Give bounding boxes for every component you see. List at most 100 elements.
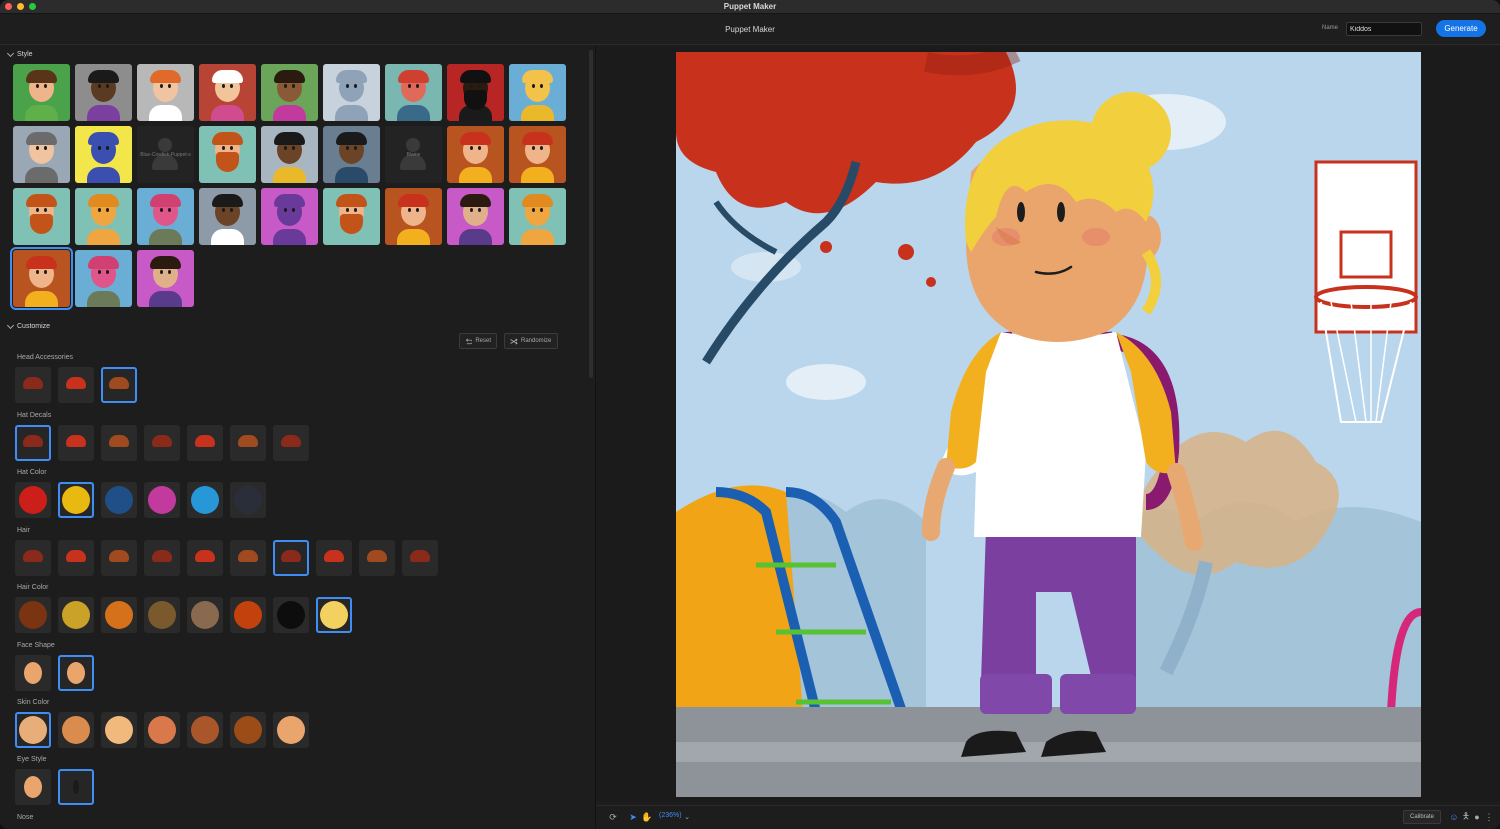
option-tile[interactable] (101, 367, 137, 403)
style-thumbnail[interactable] (199, 188, 256, 245)
zoom-level[interactable]: (236%) (659, 812, 682, 819)
style-thumbnail[interactable] (323, 64, 380, 121)
option-tile[interactable] (101, 425, 137, 461)
option-tile[interactable] (273, 540, 309, 576)
option-tile[interactable] (58, 367, 94, 403)
style-thumbnail[interactable] (137, 64, 194, 121)
color-swatch[interactable] (58, 712, 94, 748)
style-thumbnail[interactable] (323, 188, 380, 245)
color-swatch[interactable] (15, 712, 51, 748)
body-tracking-icon[interactable]: 🯅 (1461, 811, 1471, 822)
style-thumbnail[interactable] (10, 247, 73, 310)
option-tile[interactable] (58, 540, 94, 576)
color-swatch[interactable] (15, 597, 51, 633)
name-input[interactable] (1346, 22, 1422, 36)
character-preview-canvas[interactable] (676, 52, 1421, 797)
more-options-icon[interactable]: ⋮ (1484, 812, 1494, 822)
option-tile[interactable] (15, 367, 51, 403)
color-swatch[interactable] (230, 712, 266, 748)
style-thumbnail[interactable] (75, 64, 132, 121)
option-tile[interactable] (402, 540, 438, 576)
color-swatch[interactable] (273, 597, 309, 633)
option-preview (195, 550, 215, 562)
option-tile[interactable] (58, 769, 94, 805)
hand-tool-icon[interactable]: ✋ (641, 812, 652, 822)
color-swatch[interactable] (187, 482, 223, 518)
color-swatch[interactable] (15, 482, 51, 518)
style-thumbnail[interactable] (261, 64, 318, 121)
color-swatch[interactable] (187, 712, 223, 748)
style-thumbnail[interactable] (13, 64, 70, 121)
color-swatch[interactable] (58, 482, 94, 518)
style-thumbnail[interactable] (509, 64, 566, 121)
style-thumbnail[interactable] (261, 126, 318, 183)
color-swatch[interactable] (230, 597, 266, 633)
style-thumbnail[interactable] (509, 188, 566, 245)
face-tracking-icon[interactable]: ☺ (1449, 812, 1459, 822)
zoom-dropdown-chevron-icon[interactable]: ⌄ (682, 812, 692, 822)
option-tile[interactable] (187, 425, 223, 461)
pointer-tool-icon[interactable]: ➤ (628, 812, 638, 822)
style-thumbnail[interactable] (261, 188, 318, 245)
customize-section-header[interactable]: Customize (6, 321, 50, 330)
randomize-button[interactable]: Randomize (504, 333, 558, 349)
style-thumbnail[interactable] (385, 188, 442, 245)
style-thumbnail[interactable] (137, 250, 194, 307)
style-thumbnail[interactable] (385, 64, 442, 121)
style-thumbnail[interactable] (75, 188, 132, 245)
style-thumbnail[interactable] (447, 188, 504, 245)
style-thumbnail[interactable] (199, 64, 256, 121)
microphone-icon[interactable]: ● (1472, 812, 1482, 822)
option-tile[interactable] (144, 540, 180, 576)
generate-button[interactable]: Generate (1436, 20, 1486, 37)
style-thumbnail[interactable] (323, 126, 380, 183)
left-panel-scrollbar[interactable] (589, 50, 593, 378)
color-dot (19, 601, 47, 629)
color-swatch[interactable] (101, 712, 137, 748)
style-thumbnail[interactable] (447, 64, 504, 121)
style-thumbnail[interactable] (13, 188, 70, 245)
color-swatch[interactable] (101, 482, 137, 518)
style-thumbnail[interactable] (447, 126, 504, 183)
style-thumbnail[interactable] (137, 188, 194, 245)
style-thumbnail[interactable] (13, 126, 70, 183)
option-tile[interactable] (230, 425, 266, 461)
option-tile[interactable] (58, 655, 94, 691)
color-swatch[interactable] (144, 712, 180, 748)
color-swatch[interactable] (187, 597, 223, 633)
style-section-header[interactable]: Style (6, 49, 33, 58)
option-tile[interactable] (15, 655, 51, 691)
color-swatch[interactable] (144, 597, 180, 633)
option-tile[interactable] (316, 540, 352, 576)
color-swatch[interactable] (316, 597, 352, 633)
option-tile[interactable] (230, 540, 266, 576)
chevron-down-icon (6, 49, 15, 57)
option-tile[interactable] (273, 425, 309, 461)
option-tile[interactable] (144, 425, 180, 461)
color-swatch[interactable] (101, 597, 137, 633)
option-tile[interactable] (187, 540, 223, 576)
option-tile[interactable] (58, 425, 94, 461)
color-swatch[interactable] (273, 712, 309, 748)
color-swatch[interactable] (58, 597, 94, 633)
style-thumbnail[interactable]: Blaine (385, 126, 442, 183)
color-dot (277, 716, 305, 744)
option-tile[interactable] (15, 425, 51, 461)
option-tile[interactable] (15, 540, 51, 576)
style-thumbnail[interactable] (75, 126, 132, 183)
reset-button[interactable]: Reset (459, 333, 497, 349)
color-swatch[interactable] (230, 482, 266, 518)
option-tile[interactable] (101, 540, 137, 576)
calibrate-button[interactable]: Calibrate (1403, 810, 1441, 824)
style-thumbnail[interactable] (199, 126, 256, 183)
color-swatch[interactable] (144, 482, 180, 518)
style-thumbnail[interactable] (509, 126, 566, 183)
color-dot (105, 716, 133, 744)
option-tile[interactable] (359, 540, 395, 576)
color-dot (148, 716, 176, 744)
style-thumbnail[interactable] (75, 250, 132, 307)
category-label: Hat Decals (17, 412, 52, 419)
option-tile[interactable] (15, 769, 51, 805)
refresh-icon[interactable]: ⟳ (608, 812, 618, 822)
style-thumbnail[interactable]: Blue-Cowlick-Puppet-s (137, 126, 194, 183)
